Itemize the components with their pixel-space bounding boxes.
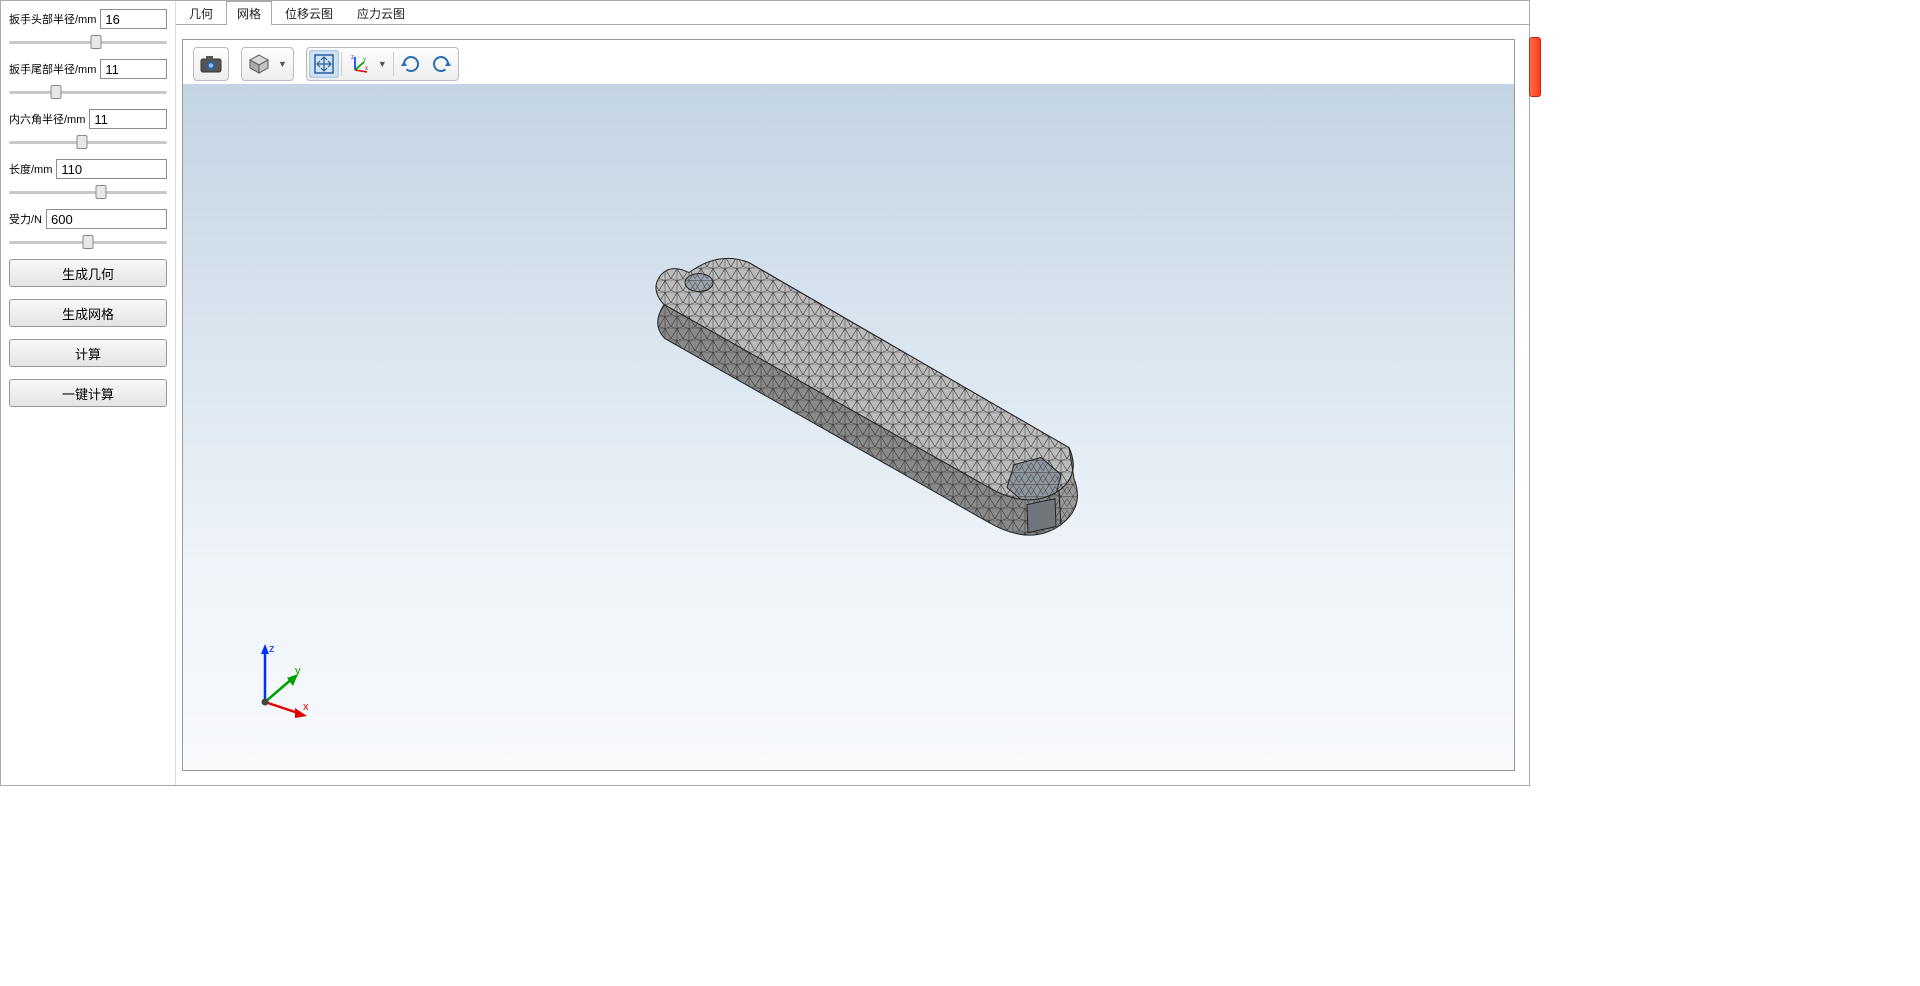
- cube-iso-icon[interactable]: [244, 50, 274, 78]
- viewport-toolbar: ▼ z x y ▼: [193, 46, 471, 82]
- length-input[interactable]: [56, 159, 167, 179]
- rotate-ccw-icon[interactable]: [426, 50, 456, 78]
- camera-icon[interactable]: [196, 50, 226, 78]
- hex-radius-input[interactable]: [89, 109, 167, 129]
- fit-view-icon[interactable]: [309, 50, 339, 78]
- param-label: 扳手尾部半径/mm: [9, 61, 96, 77]
- svg-text:y: y: [363, 57, 366, 63]
- axis-triad: z y x: [243, 640, 323, 720]
- main-area: 几何 网格 位移云图 应力云图 ▼: [176, 1, 1529, 785]
- axis-label-z: z: [269, 643, 275, 655]
- toolbar-group-view: ▼: [241, 47, 294, 81]
- param-row-head-radius: 扳手头部半径/mm: [9, 9, 167, 29]
- param-label: 扳手头部半径/mm: [9, 11, 96, 27]
- head-radius-input[interactable]: [100, 9, 167, 29]
- slider-thumb[interactable]: [83, 235, 94, 249]
- axes-icon[interactable]: z x y: [344, 50, 374, 78]
- tab-displacement[interactable]: 位移云图: [274, 1, 344, 25]
- right-scroll-indicator[interactable]: [1529, 37, 1541, 97]
- parameter-sidebar: 扳手头部半径/mm 扳手尾部半径/mm 内六角半径/mm 长度/mm: [1, 1, 176, 785]
- param-label: 受力/N: [9, 211, 42, 227]
- length-slider[interactable]: [9, 183, 167, 201]
- canvas-3d[interactable]: z y x: [183, 84, 1514, 770]
- hex-radius-slider[interactable]: [9, 133, 167, 151]
- force-input[interactable]: [46, 209, 167, 229]
- slider-thumb[interactable]: [95, 185, 106, 199]
- tab-mesh[interactable]: 网格: [226, 1, 272, 25]
- one-click-calc-button[interactable]: 一键计算: [9, 379, 167, 407]
- toolbar-group-snapshot: [193, 47, 229, 81]
- chevron-down-icon[interactable]: ▼: [274, 59, 291, 69]
- param-row-hex-radius: 内六角半径/mm: [9, 109, 167, 129]
- axis-label-x: x: [303, 701, 309, 713]
- force-slider[interactable]: [9, 233, 167, 251]
- param-label: 长度/mm: [9, 161, 52, 177]
- head-radius-slider[interactable]: [9, 33, 167, 51]
- svg-text:z: z: [351, 55, 354, 61]
- param-row-tail-radius: 扳手尾部半径/mm: [9, 59, 167, 79]
- svg-text:x: x: [365, 66, 368, 72]
- axis-label-y: y: [295, 665, 301, 677]
- tab-bar: 几何 网格 位移云图 应力云图: [176, 1, 1529, 25]
- generate-geometry-button[interactable]: 生成几何: [9, 259, 167, 287]
- tail-radius-slider[interactable]: [9, 83, 167, 101]
- app-window: 扳手头部半径/mm 扳手尾部半径/mm 内六角半径/mm 长度/mm: [0, 0, 1530, 786]
- calculate-button[interactable]: 计算: [9, 339, 167, 367]
- generate-mesh-button[interactable]: 生成网格: [9, 299, 167, 327]
- tab-stress[interactable]: 应力云图: [346, 1, 416, 25]
- param-label: 内六角半径/mm: [9, 111, 85, 127]
- slider-thumb[interactable]: [90, 35, 101, 49]
- param-row-length: 长度/mm: [9, 159, 167, 179]
- tab-geometry[interactable]: 几何: [178, 1, 224, 25]
- viewport[interactable]: ▼ z x y ▼: [182, 39, 1515, 771]
- wrench-mesh: [569, 233, 1129, 593]
- toolbar-group-nav: z x y ▼: [306, 47, 459, 81]
- slider-thumb[interactable]: [76, 135, 87, 149]
- chevron-down-icon[interactable]: ▼: [374, 59, 391, 69]
- rotate-cw-icon[interactable]: [396, 50, 426, 78]
- slider-thumb[interactable]: [51, 85, 62, 99]
- tail-radius-input[interactable]: [100, 59, 167, 79]
- param-row-force: 受力/N: [9, 209, 167, 229]
